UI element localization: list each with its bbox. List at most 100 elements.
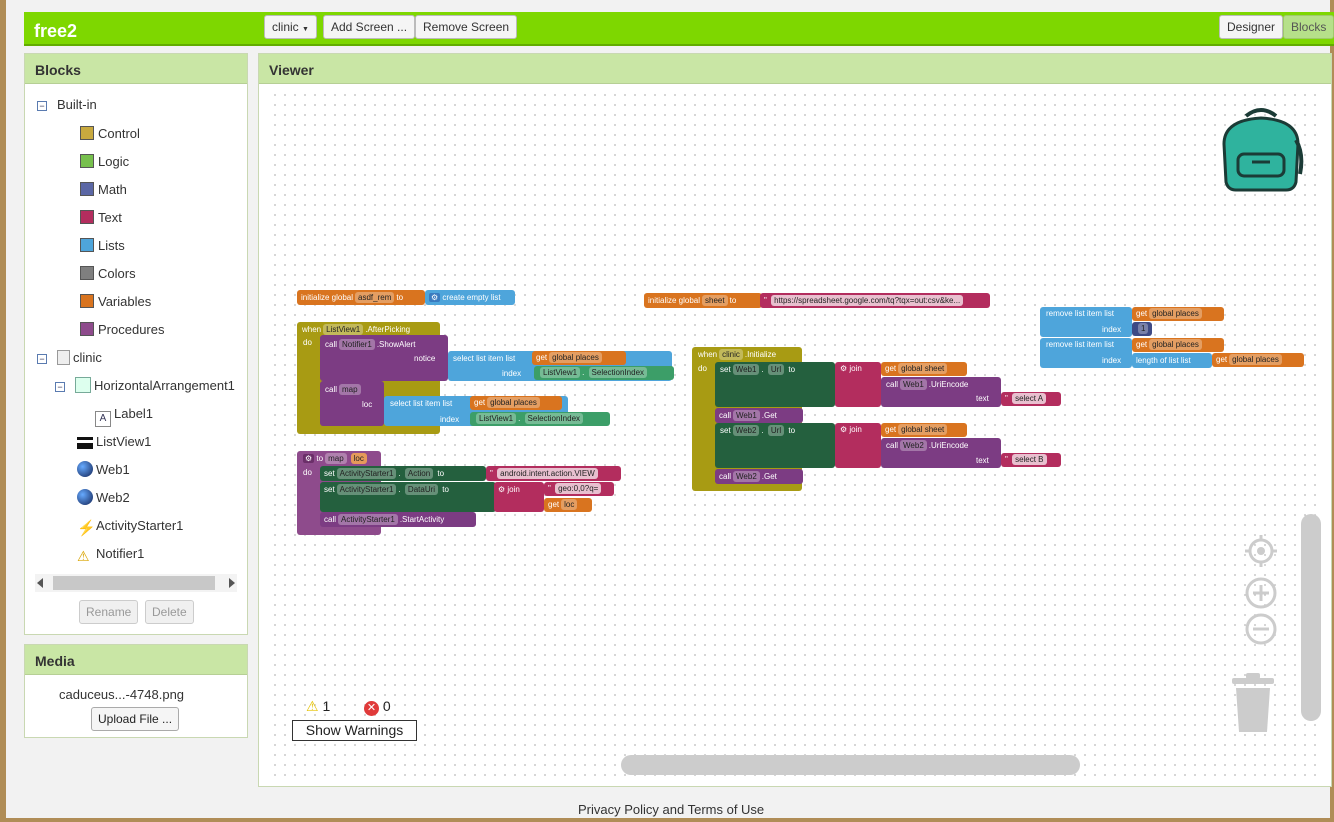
scroll-thumb[interactable] [53,576,215,590]
gear-icon: ⚙ [303,454,315,463]
text-select-b-block[interactable]: " select B [1001,453,1061,467]
delete-button[interactable]: Delete [145,600,194,624]
set-header: set Web2. Url to [720,425,796,436]
horizontal-scrollbar[interactable] [35,574,237,592]
trash-icon[interactable] [1230,672,1276,734]
tree-web2[interactable]: Web2 [77,489,130,507]
call-header: call map [325,384,363,395]
text-intent-block[interactable]: " android.intent.action.VIEW [486,466,621,481]
builtin-math[interactable]: Math [80,181,127,199]
length-of-list-block[interactable]: length of list list [1132,353,1212,368]
error-indicator[interactable]: ✕ 0 [364,698,391,716]
set-datauri-block[interactable]: set ActivityStarter1. DataUri to [320,482,496,512]
text-geo-block[interactable]: " geo:0,0?q= [544,482,614,496]
component-dropdown[interactable]: ListView1 [323,324,364,335]
category-label: Math [98,182,127,197]
do-label: do [303,468,312,477]
selectionindex-getter[interactable]: ListView1. SelectionIndex [534,366,674,380]
builtin-control[interactable]: Control [80,125,140,143]
gear-icon[interactable]: ⚙ [429,293,441,302]
app-title: free2 [34,21,78,41]
builtin-colors[interactable]: Colors [80,265,136,283]
scroll-left-icon[interactable] [37,578,43,588]
component-label: Web1 [96,462,130,477]
dropdown-arrow-icon: ▼ [302,26,309,33]
event-header: when ListView1 .AfterPicking [302,324,411,335]
tree-screen[interactable]: − clinic [37,349,102,367]
workspace-vertical-scrollbar[interactable] [1301,514,1321,721]
collapse-icon[interactable]: − [37,354,47,364]
label-icon: A [95,411,111,427]
workspace-horizontal-scrollbar[interactable] [621,755,1080,775]
call-header: call Notifier1 .ShowAlert [325,339,416,350]
tree-activitystarter1[interactable]: ⚡ActivityStarter1 [77,517,183,537]
create-empty-list-block[interactable]: ⚙ create empty list [425,290,515,305]
builtin-logic[interactable]: Logic [80,153,129,171]
var-name-field[interactable]: asdf_rem [355,292,395,303]
collapse-icon[interactable]: − [37,101,47,111]
get-places-block[interactable]: get global places [470,396,562,410]
scroll-right-icon[interactable] [229,578,235,588]
category-swatch-icon [80,322,94,336]
component-label: Notifier1 [96,546,145,561]
tree-label1[interactable]: A Label1 [95,405,153,427]
block-text: initialize global [648,296,701,305]
get-sheet-block[interactable]: get global sheet [881,423,967,437]
warning-indicator[interactable]: ⚠ 1 [306,698,330,715]
blocks-workspace[interactable]: initialize global asdf_rem to ⚙ create emp… [270,90,1324,778]
tree-notifier1[interactable]: ⚠ Notifier1 [77,545,145,564]
join-block[interactable]: ⚙ join [494,482,544,512]
text-field[interactable]: https://spreadsheet.google.com/tq?tqx=ou… [771,295,964,306]
tree-listview1[interactable]: ListView1 [77,433,151,451]
blocks-button[interactable]: Blocks [1283,15,1334,39]
zoom-in-icon[interactable] [1244,576,1278,610]
block-text: select list item list [390,399,453,408]
show-warnings-button[interactable]: Show Warnings [292,720,417,741]
recenter-icon[interactable] [1244,534,1278,568]
tree-horizontal-arrangement[interactable]: − HorizontalArrangement1 [55,377,235,395]
builtin-procedures[interactable]: Procedures [80,321,164,339]
get-places-block[interactable]: get global places [1132,307,1224,321]
collapse-icon[interactable]: − [55,382,65,392]
screen-icon [57,350,70,365]
call-web2-get-block[interactable]: call Web2 .Get [715,469,803,484]
number-block[interactable]: 1 [1132,322,1152,336]
remove-screen-button[interactable]: Remove Screen [415,15,518,39]
builtin-variables[interactable]: Variables [80,293,151,311]
get-sheet-block[interactable]: get global sheet [881,362,967,376]
warning-count: 1 [322,698,331,714]
block-text: initialize global [301,293,354,302]
lightning-icon: ⚡ [77,520,96,537]
tree-builtin[interactable]: − Built-in [37,96,97,114]
get-places-block[interactable]: get global places [532,351,626,365]
get-places-block[interactable]: get global places [1212,353,1304,367]
upload-file-button[interactable]: Upload File ... [91,707,180,731]
footer-link[interactable]: Privacy Policy and Terms of Use [578,802,764,817]
text-url-block[interactable]: " https://spreadsheet.google.com/tq?tqx=… [760,293,990,308]
text-select-a-block[interactable]: " select A [1001,392,1061,406]
get-loc-block[interactable]: get loc [544,498,592,512]
category-swatch-icon [80,238,94,252]
rename-button[interactable]: Rename [79,600,139,624]
selectionindex-getter[interactable]: ListView1. SelectionIndex [470,412,610,426]
add-screen-button[interactable]: Add Screen ... [323,15,416,39]
set-action-block[interactable]: set ActivityStarter1. Action to [320,466,486,481]
media-file[interactable]: caduceus...-4748.png [59,687,184,702]
call-header: call Web1 .UriEncode [886,379,969,390]
screen-dropdown[interactable]: clinic ▼ [264,15,317,39]
var-name-field[interactable]: sheet [702,295,728,306]
builtin-lists[interactable]: Lists [80,237,125,255]
screen-dropdown-label: clinic [272,20,299,34]
socket-label: index [502,369,522,378]
init-global-sheet-block[interactable]: initialize global sheet to [644,293,762,308]
zoom-out-icon[interactable] [1244,612,1278,646]
do-label: do [698,364,707,373]
get-places-block[interactable]: get global places [1132,338,1224,352]
tree-web1[interactable]: Web1 [77,461,130,479]
call-web1-get-block[interactable]: call Web1 .Get [715,408,803,423]
call-startactivity-block[interactable]: call ActivityStarter1 .StartActivity [320,512,476,527]
backpack-icon[interactable] [1216,104,1306,194]
init-global-asdf-block[interactable]: initialize global asdf_rem to [297,290,425,305]
builtin-text[interactable]: Text [80,209,122,227]
designer-button[interactable]: Designer [1219,15,1284,39]
